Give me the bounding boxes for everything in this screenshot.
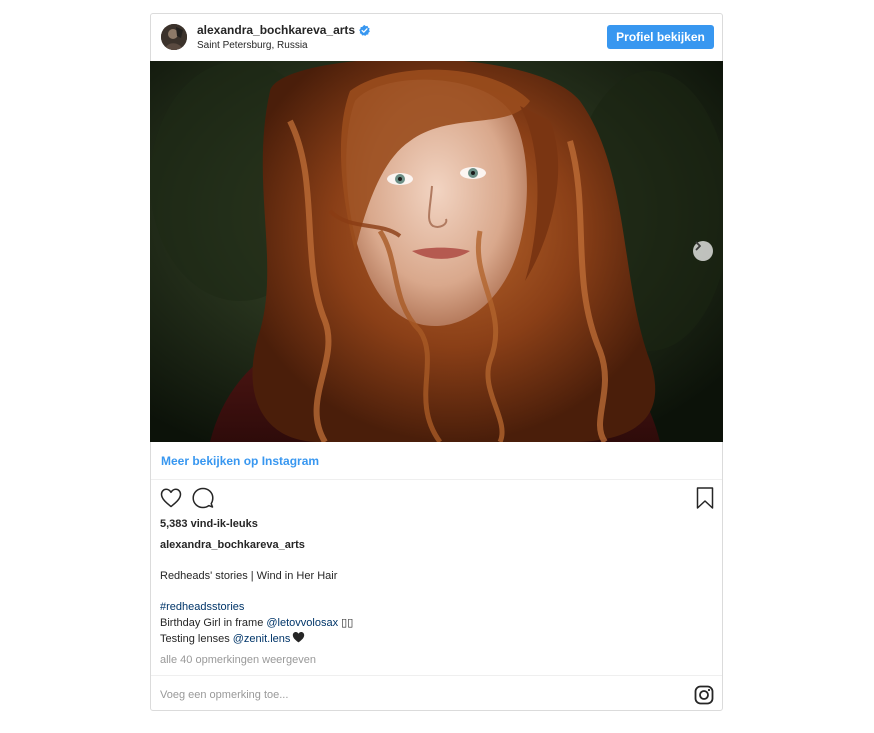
post-header: alexandra_bochkareva_arts Saint Petersbu… — [151, 14, 722, 61]
action-bar — [151, 486, 722, 512]
view-profile-button[interactable]: Profiel bekijken — [607, 25, 714, 49]
like-count[interactable]: 5,383 vind-ik-leuks — [160, 517, 258, 531]
bookmark-icon[interactable] — [694, 486, 716, 510]
avatar[interactable] — [161, 24, 187, 50]
post-caption: Redheads' stories | Wind in Her Hair #re… — [160, 569, 700, 647]
location[interactable]: Saint Petersburg, Russia — [197, 40, 308, 52]
caption-text: Testing lenses — [160, 633, 233, 645]
view-all-comments-link[interactable]: alle 40 opmerkingen weergeven — [160, 653, 316, 667]
chevron-right-icon — [695, 241, 701, 251]
black-heart-emoji-icon — [293, 632, 305, 643]
mention-link[interactable]: @letovvolosax — [266, 617, 338, 629]
view-more-on-instagram-link[interactable]: Meer bekijken op Instagram — [161, 454, 319, 469]
caption-username[interactable]: alexandra_bochkareva_arts — [160, 538, 305, 552]
divider — [151, 675, 722, 676]
instagram-embed-card: alexandra_bochkareva_arts Saint Petersbu… — [150, 13, 723, 711]
mention-link[interactable]: @zenit.lens — [233, 633, 291, 645]
comment-icon[interactable] — [191, 486, 215, 510]
post-photo[interactable] — [150, 61, 723, 442]
emoji-placeholder: ▯▯ — [338, 616, 354, 629]
username-row: alexandra_bochkareva_arts — [197, 23, 370, 38]
heart-icon[interactable] — [159, 486, 183, 510]
caption-title: Redheads' stories | Wind in Her Hair — [160, 570, 338, 582]
username[interactable]: alexandra_bochkareva_arts — [197, 23, 355, 38]
comment-input[interactable] — [160, 686, 680, 704]
instagram-icon[interactable] — [694, 685, 714, 705]
hashtag-link[interactable]: #redheadsstories — [160, 601, 244, 613]
verified-badge-icon — [359, 25, 370, 36]
next-photo-button[interactable] — [693, 241, 713, 261]
caption-text: Birthday Girl in frame — [160, 616, 267, 629]
divider — [151, 479, 722, 480]
